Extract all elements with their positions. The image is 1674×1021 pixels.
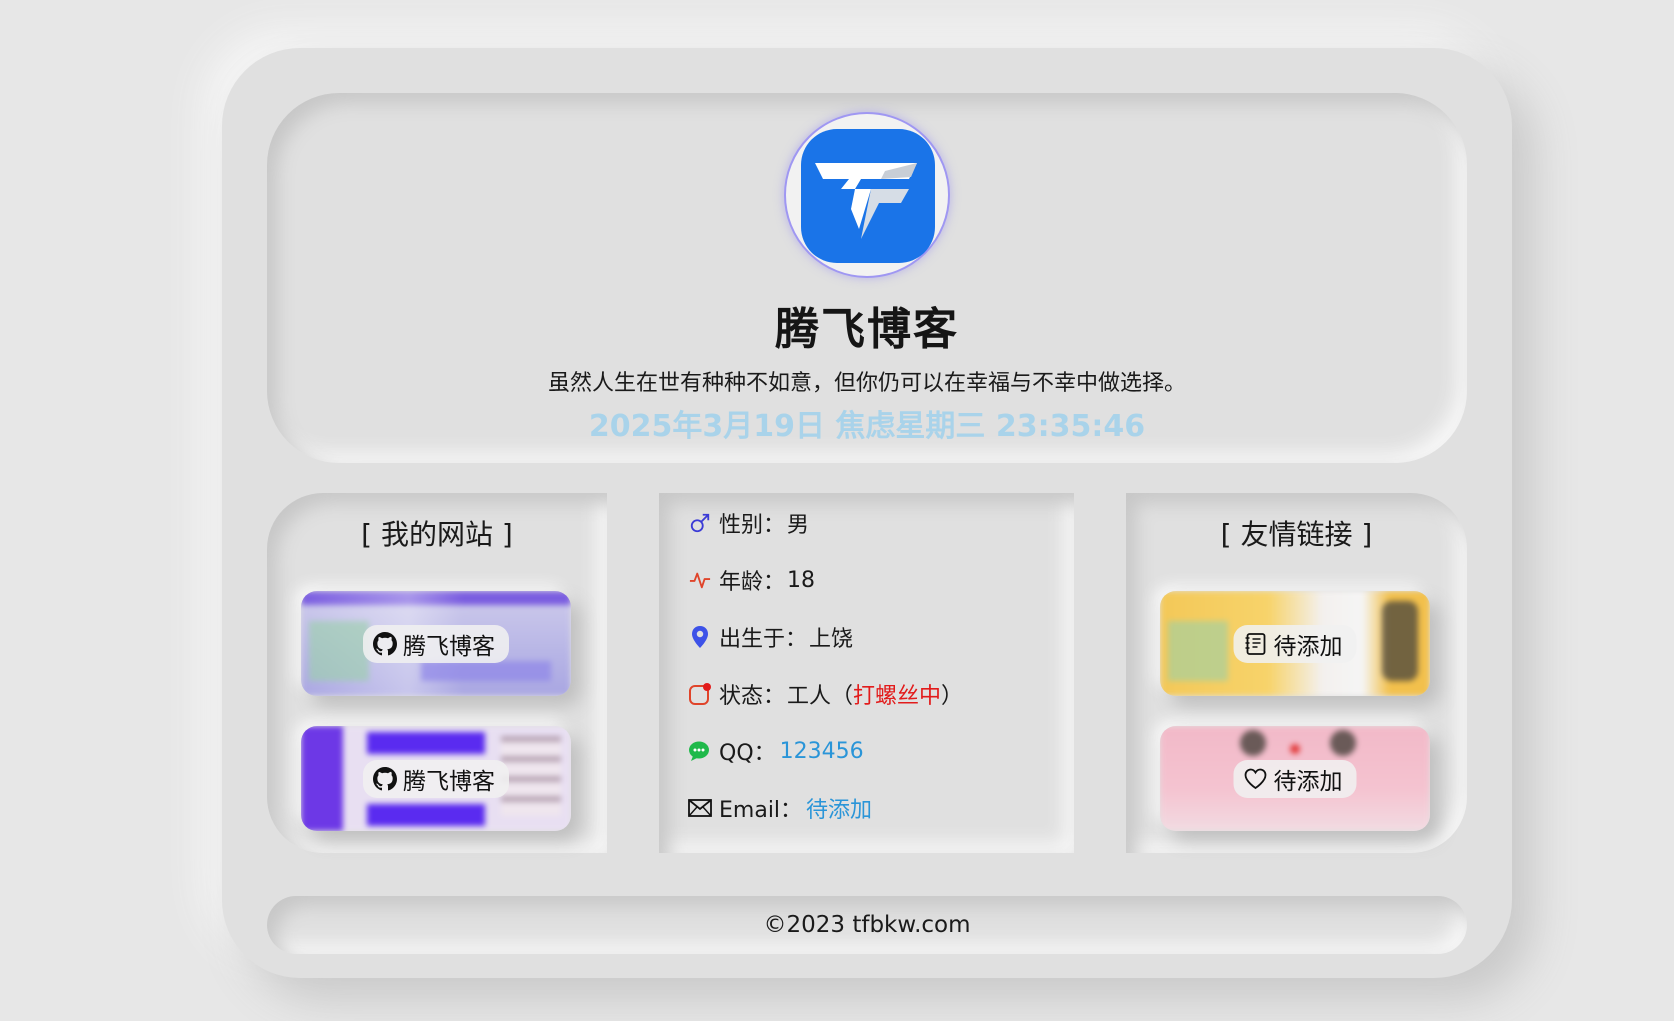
site-link-chip[interactable]: 腾飞博客 [363, 759, 509, 798]
pulse-icon [687, 567, 713, 593]
mail-icon [687, 795, 713, 821]
friend-link-label: 待添加 [1273, 768, 1343, 795]
gender-value: 男 [787, 513, 810, 538]
github-icon [373, 631, 397, 656]
heart-icon [1244, 768, 1268, 790]
male-icon [687, 510, 713, 536]
profile-card: 腾飞博客 虽然人生在世有种种不如意，但你仍可以在幸福与不幸中做选择。 2025年… [222, 48, 1512, 978]
github-icon [373, 766, 397, 791]
copyright-text: ©2023 tfbkw.com [763, 912, 971, 938]
live-clock: 2025年3月19日 焦虑星期三 23:35:46 [588, 409, 1146, 444]
wechat-icon [687, 738, 713, 764]
gender-label: 性别： [719, 513, 786, 538]
status-suffix: ） [941, 684, 964, 709]
status-icon [687, 681, 713, 707]
friend-links-panel: [ 友情链接 ] 待添加 待添加 [1126, 493, 1467, 853]
notebook-icon [1244, 632, 1268, 656]
age-row: 年龄： 18 [687, 564, 815, 596]
footer-bar: ©2023 tfbkw.com [267, 896, 1467, 954]
friend-link-label: 待添加 [1273, 633, 1343, 660]
my-sites-heading: [ 我的网站 ] [361, 518, 513, 551]
birthplace-label: 出生于： [719, 627, 808, 652]
site-link-label: 腾飞博客 [403, 768, 495, 795]
status-prefix: 工人（ [787, 684, 854, 709]
header-panel: 腾飞博客 虽然人生在世有种种不如意，但你仍可以在幸福与不幸中做选择。 2025年… [267, 93, 1467, 463]
location-pin-icon [687, 624, 713, 650]
gender-row: 性别： 男 [687, 507, 809, 539]
birthplace-row: 出生于： 上饶 [687, 621, 853, 653]
friend-link-card[interactable]: 待添加 [1160, 591, 1430, 696]
my-sites-panel: [ 我的网站 ] 腾飞博客 腾飞博客 [267, 493, 607, 853]
email-row: Email： 待添加 [687, 792, 872, 824]
site-logo-icon [801, 129, 935, 263]
qq-label: QQ： [719, 741, 776, 766]
site-link-label: 腾飞博客 [403, 633, 495, 660]
friend-link-chip[interactable]: 待添加 [1233, 624, 1357, 663]
qq-row: QQ： 123456 [687, 735, 864, 767]
site-card[interactable]: 腾飞博客 [301, 726, 571, 831]
age-value: 18 [787, 567, 816, 593]
friend-link-card[interactable]: 待添加 [1160, 726, 1430, 831]
avatar[interactable] [784, 112, 950, 278]
qq-value[interactable]: 123456 [780, 739, 864, 764]
site-link-chip[interactable]: 腾飞博客 [363, 624, 509, 663]
age-label: 年龄： [719, 570, 786, 595]
status-highlight: 打螺丝中 [853, 684, 942, 709]
site-card[interactable]: 腾飞博客 [301, 591, 571, 696]
status-row: 状态： 工人（ 打螺丝中） [687, 678, 963, 710]
birthplace-value: 上饶 [809, 627, 854, 652]
site-motto: 虽然人生在世有种种不如意，但你仍可以在幸福与不幸中做选择。 [547, 371, 1186, 396]
email-value[interactable]: 待添加 [806, 792, 872, 824]
site-title: 腾飞博客 [775, 304, 959, 355]
friend-link-chip[interactable]: 待添加 [1233, 759, 1357, 798]
status-label: 状态： [719, 684, 786, 709]
friend-links-heading: [ 友情链接 ] [1220, 518, 1373, 551]
email-label: Email： [719, 798, 803, 823]
profile-info-panel: 性别： 男 年龄： 18 出生于： 上饶 状态： 工人（ 打螺丝中） QQ： 1… [659, 493, 1074, 853]
